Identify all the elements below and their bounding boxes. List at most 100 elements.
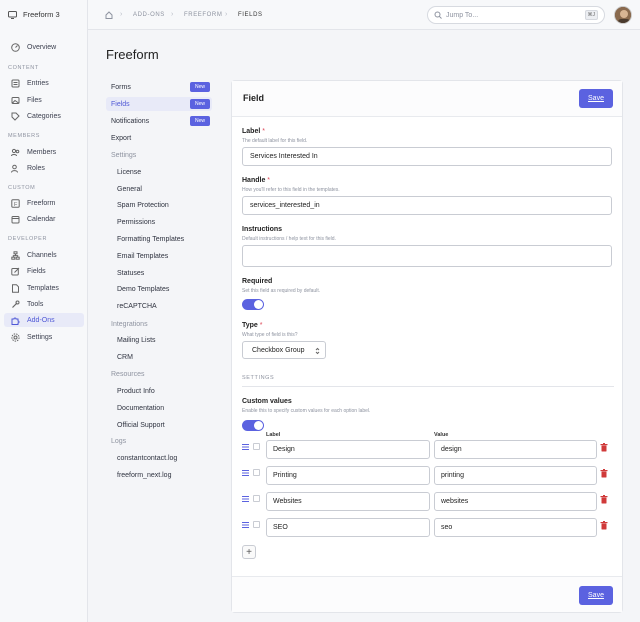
column-header-label: Label (266, 432, 281, 438)
pen-square-icon (11, 267, 20, 275)
sitemap-icon (11, 250, 20, 260)
sidebar-item-overview[interactable]: Overview (4, 40, 84, 54)
app-brand[interactable]: Freeform 3 (8, 10, 60, 19)
subnav-label: Forms (111, 83, 131, 91)
option-value-input[interactable]: websites (434, 492, 597, 511)
app-title: Freeform 3 (23, 10, 60, 19)
search-icon (434, 11, 442, 19)
sidebar-item-tools[interactable]: Tools (4, 297, 84, 311)
required-toggle[interactable] (242, 299, 264, 310)
subnav-notifications[interactable]: Notifications New (106, 114, 212, 128)
new-badge[interactable]: New (190, 99, 210, 109)
jump-to-search[interactable]: Jump To... ⌘J (427, 6, 605, 24)
sidebar-item-settings[interactable]: Settings (4, 330, 84, 344)
sidebar-item-templates[interactable]: Templates (4, 281, 84, 295)
subnav-export[interactable]: Export (106, 131, 212, 145)
custom-values-hint: Enable this to specify custom values for… (242, 408, 371, 414)
image-icon (11, 96, 20, 104)
subnav-recaptcha[interactable]: reCAPTCHA (106, 299, 212, 313)
avatar[interactable] (614, 6, 632, 24)
subnav-documentation[interactable]: Documentation (106, 401, 212, 415)
sidebar-item-roles[interactable]: Roles (4, 161, 84, 175)
subnav-general[interactable]: General (106, 182, 212, 196)
type-select[interactable]: Checkbox Group (242, 341, 326, 359)
subnav-official-support[interactable]: Official Support (106, 418, 212, 432)
breadcrumb-separator-icon: › (120, 11, 123, 18)
subnav-forms[interactable]: Forms New (106, 80, 212, 94)
option-label-input[interactable]: Websites (266, 492, 430, 511)
gauge-icon (11, 42, 20, 52)
subnav-spam-protection[interactable]: Spam Protection (106, 198, 212, 212)
subnav-license[interactable]: License (106, 165, 212, 179)
subnav-mailing-lists[interactable]: Mailing Lists (106, 333, 212, 347)
label-field-hint: The default label for this field. (242, 138, 308, 144)
breadcrumb-freeform[interactable]: FREEFORM (184, 12, 222, 18)
subnav-statuses[interactable]: Statuses (106, 266, 212, 280)
subnav-demo-templates[interactable]: Demo Templates (106, 282, 212, 296)
trash-icon[interactable] (600, 495, 608, 504)
subnav-fields[interactable]: Fields New (106, 97, 212, 111)
label-input[interactable]: Services Interested In (242, 147, 612, 166)
home-icon[interactable] (105, 11, 113, 19)
breadcrumb-fields: FIELDS (238, 12, 263, 18)
sidebar-item-addons[interactable]: Add-Ons (4, 313, 84, 327)
add-row-button[interactable]: + (242, 545, 256, 559)
default-checkbox[interactable] (253, 469, 260, 476)
calendar-icon (11, 215, 20, 223)
subnav-product-info[interactable]: Product Info (106, 384, 212, 398)
sidebar-item-channels[interactable]: Channels (4, 248, 84, 262)
list-icon (11, 79, 20, 87)
sidebar-item-label: Tools (27, 300, 44, 308)
drag-handle-icon[interactable] (242, 470, 249, 476)
subnav-permissions[interactable]: Permissions (106, 215, 212, 229)
handle-input[interactable]: services_interested_in (242, 196, 612, 215)
sidebar-section-developer: DEVELOPER (8, 236, 48, 242)
sidebar-item-calendar[interactable]: Calendar (4, 212, 84, 226)
option-label-input[interactable]: Printing (266, 466, 430, 485)
save-button[interactable]: Save (579, 89, 613, 108)
default-checkbox[interactable] (253, 443, 260, 450)
subnav-heading-logs: Logs (111, 437, 127, 445)
new-badge[interactable]: New (190, 116, 210, 126)
subnav-email-templates[interactable]: Email Templates (106, 249, 212, 263)
breadcrumb-addons[interactable]: ADD-ONS (133, 12, 165, 18)
default-checkbox[interactable] (253, 495, 260, 502)
card-header: Field Save (232, 81, 622, 117)
drag-handle-icon[interactable] (242, 444, 249, 450)
option-value-input[interactable]: seo (434, 518, 597, 537)
drag-handle-icon[interactable] (242, 522, 249, 528)
option-value-input[interactable]: printing (434, 466, 597, 485)
trash-icon[interactable] (600, 469, 608, 478)
sidebar-item-members[interactable]: Members (4, 145, 84, 159)
search-placeholder: Jump To... (446, 11, 479, 19)
file-icon (12, 283, 19, 293)
option-label-input[interactable]: Design (266, 440, 430, 459)
save-button-footer[interactable]: Save (579, 586, 613, 605)
user-tag-icon (11, 164, 18, 173)
sidebar-item-categories[interactable]: Categories (4, 109, 84, 123)
breadcrumb-separator-icon: › (225, 11, 228, 18)
sidebar-item-freeform[interactable]: F Freeform (4, 196, 84, 210)
subnav-formatting-templates[interactable]: Formatting Templates (106, 232, 212, 246)
sidebar-item-fields[interactable]: Fields (4, 264, 84, 278)
new-badge[interactable]: New (190, 82, 210, 92)
tag-icon (11, 112, 20, 121)
option-label-input[interactable]: SEO (266, 518, 430, 537)
sidebar-section-members: MEMBERS (8, 133, 41, 139)
option-value-input[interactable]: design (434, 440, 597, 459)
custom-values-title: Custom values (242, 398, 292, 405)
sidebar-item-files[interactable]: Files (4, 93, 84, 107)
instructions-textarea[interactable] (242, 245, 612, 267)
chevron-updown-icon (315, 347, 320, 355)
sidebar-item-label: Files (27, 96, 42, 104)
required-field-title: Required (242, 278, 273, 285)
default-checkbox[interactable] (253, 521, 260, 528)
subnav-log-constantcontact[interactable]: constantcontact.log (106, 451, 212, 465)
custom-values-toggle[interactable] (242, 420, 264, 431)
trash-icon[interactable] (600, 443, 608, 452)
drag-handle-icon[interactable] (242, 496, 249, 502)
trash-icon[interactable] (600, 521, 608, 530)
subnav-log-freeform-next[interactable]: freeform_next.log (106, 468, 212, 482)
subnav-crm[interactable]: CRM (106, 350, 212, 364)
sidebar-item-entries[interactable]: Entries (4, 76, 84, 90)
